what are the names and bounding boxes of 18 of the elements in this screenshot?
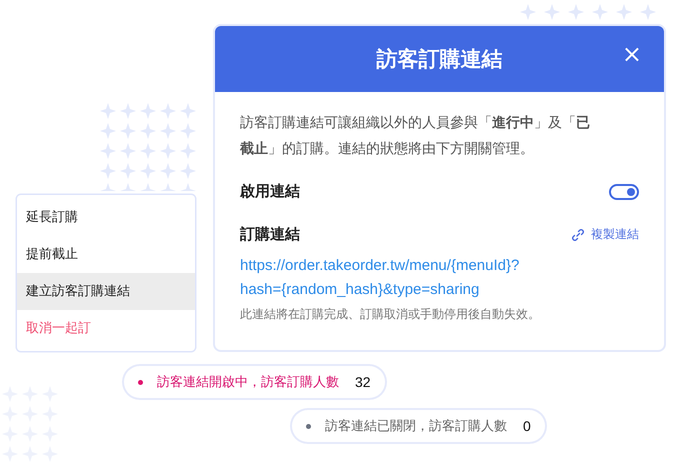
dialog-title: 訪客訂購連結 [376, 46, 502, 73]
menu-item[interactable]: 建立訪客訂購連結 [17, 273, 195, 310]
menu-item[interactable]: 提前截止 [17, 236, 195, 273]
link-icon [571, 228, 585, 242]
description-text: 訪客訂購連結可讓組織以外的人員參與「進行中」及「已截止」的訂購。連結的狀態將由下方開關管理。 [240, 114, 591, 159]
close-button[interactable]: × [622, 40, 642, 68]
link-url[interactable]: https://order.takeorder.tw/menu/{menuId}? hash={random_hash}&type=sharing [240, 254, 520, 302]
toggle-label: 啟用連結 [240, 182, 300, 201]
status-text: 訪客連結開啟中，訪客訂購人數 [157, 374, 339, 391]
copy-link-button[interactable]: 複製連結 [571, 226, 639, 243]
menu-item[interactable]: 延長訂購 [17, 199, 195, 236]
note-text: 此連結將在訂購完成、訂購取消或手動停用後自動失效。 [240, 306, 541, 323]
toggle-switch[interactable] [609, 184, 639, 200]
count-text: 0 [523, 418, 531, 434]
link-label: 訂購連結 [240, 225, 300, 244]
count-text: 32 [355, 374, 371, 390]
status-text: 訪客連結已關閉，訪客訂購人數 [325, 418, 507, 435]
menu-item[interactable]: 取消一起訂 [17, 310, 195, 347]
